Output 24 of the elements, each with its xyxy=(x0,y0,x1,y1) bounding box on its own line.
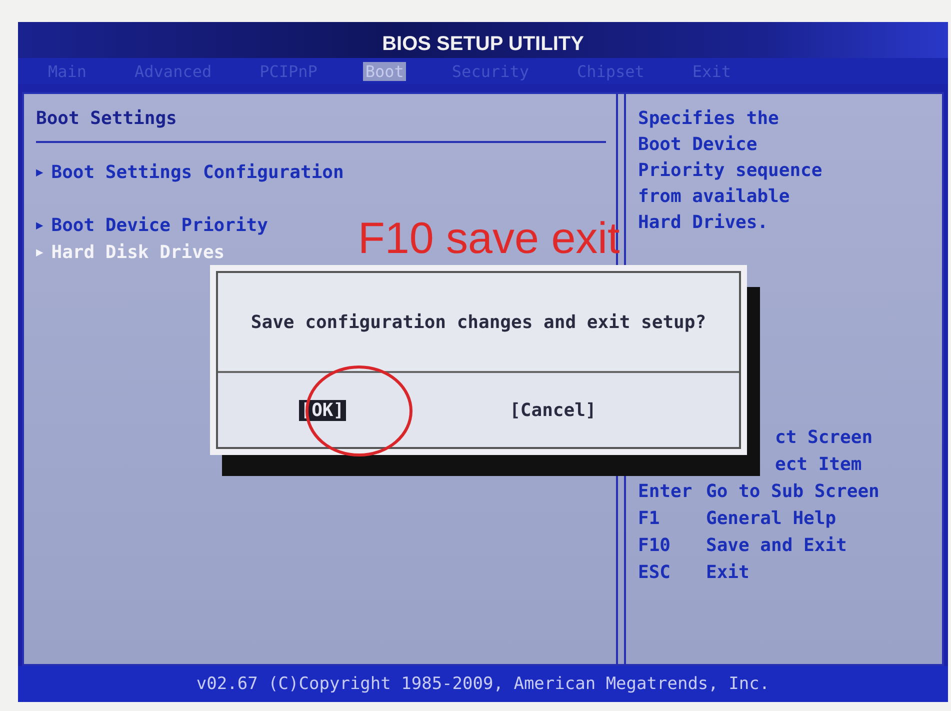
key-action: Save and Exit xyxy=(706,534,847,558)
help-text: Specifies the xyxy=(638,107,780,131)
section-title: Boot Settings xyxy=(36,108,178,129)
menu-tab[interactable]: Boot xyxy=(363,62,406,80)
menu-item[interactable]: ▶ Boot Settings Configuration xyxy=(36,159,344,186)
menu-item[interactable]: ▶ Hard Disk Drives xyxy=(36,239,225,266)
help-text: Priority sequence xyxy=(638,159,824,183)
key-action: ect Item xyxy=(775,453,862,477)
help-text: Boot Device xyxy=(638,133,758,157)
copyright-text: v02.67 (C)Copyright 1985-2009, American Megatrends, Inc. xyxy=(196,674,770,694)
key-label: Enter xyxy=(638,480,694,504)
dialog-button[interactable]: [Cancel] xyxy=(508,400,598,420)
key-action: ct Screen xyxy=(775,426,873,450)
window-title: BIOS SETUP UTILITY xyxy=(382,33,584,57)
key-label: F10 xyxy=(638,534,672,558)
key-action: General Help xyxy=(706,507,836,531)
key-label: ESC xyxy=(638,561,672,585)
help-text: Hard Drives. xyxy=(638,211,770,235)
key-label: F1 xyxy=(638,507,661,531)
dialog-message: Save configuration changes and exit setup? xyxy=(250,312,706,332)
key-action: Exit xyxy=(706,561,750,585)
help-text: from available xyxy=(638,185,791,209)
key-action: Go to Sub Screen xyxy=(706,480,880,504)
menu-item[interactable]: ▶ Boot Device Priority xyxy=(36,212,268,239)
